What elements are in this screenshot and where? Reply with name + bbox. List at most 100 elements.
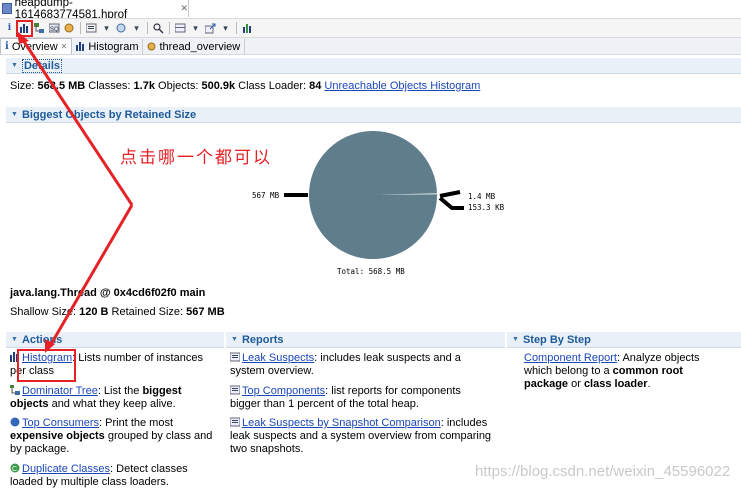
objects-label: Objects: (158, 80, 199, 92)
chevron-down-icon[interactable]: ▾ (219, 22, 232, 35)
collapse-triangle-icon: ▼ (231, 336, 238, 343)
shallow-size-value: 120 B (79, 306, 109, 318)
top-consumers-icon (10, 417, 20, 427)
snapshot-comparison-link[interactable]: Leak Suspects by Snapshot Comparison (242, 417, 441, 429)
annotation-box-histogram (17, 349, 76, 382)
biggest-object-name[interactable]: java.lang.Thread @ 0x4cd6f02f0 main (10, 287, 205, 299)
info-icon[interactable]: i (3, 22, 16, 35)
export-icon[interactable] (204, 22, 217, 35)
editor-subtabs: i Overview ✕ Histogram thread_overview (0, 38, 741, 55)
calculate-retained-icon[interactable] (241, 22, 254, 35)
svg-text:C: C (12, 466, 17, 473)
query-browser-icon[interactable] (115, 22, 128, 35)
action-duplicate-classes: C Duplicate Classes: Detect classes loade… (10, 463, 215, 489)
search-icon[interactable] (152, 22, 165, 35)
dominator-tree-link[interactable]: Dominator Tree (22, 385, 98, 397)
leak-suspects-link[interactable]: Leak Suspects (242, 352, 314, 364)
annotation-text: 点击哪一个都可以 (120, 148, 272, 168)
report-leak-suspects: Leak Suspects: includes leak suspects an… (230, 352, 492, 378)
toolbar-separator (169, 22, 170, 34)
actions-header[interactable]: ▼ Actions (6, 332, 224, 348)
object-name-text: java.lang.Thread @ 0x4cd6f02f0 main (10, 287, 206, 299)
collapse-triangle-icon: ▼ (11, 111, 18, 118)
section-title: Biggest Objects by Retained Size (21, 108, 197, 121)
section-title: Actions (21, 333, 63, 346)
annotation-arrow-to-histogram (48, 204, 134, 347)
tab-thread-overview[interactable]: thread_overview (143, 39, 246, 54)
info-icon: i (5, 41, 9, 52)
editor-tab[interactable]: heapdump-1614683774581.hprof ✕ (0, 0, 189, 21)
chevron-down-icon[interactable]: ▾ (100, 22, 113, 35)
action-dominator-tree: Dominator Tree: List the biggest objects… (10, 385, 215, 411)
group-by-icon[interactable] (174, 22, 187, 35)
pie-leader-line (439, 190, 461, 198)
report-icon (230, 352, 240, 362)
component-report-description: . (647, 378, 651, 390)
component-report-bold: class loader (583, 378, 648, 390)
section-title: Details (21, 58, 63, 73)
top-components-link[interactable]: Top Components (242, 385, 325, 397)
oql-icon[interactable]: SQ (48, 22, 61, 35)
histogram-icon[interactable] (16, 19, 33, 37)
close-icon[interactable]: ✕ (61, 42, 68, 51)
size-label: Size: (10, 80, 35, 92)
collapse-triangle-icon: ▼ (11, 62, 18, 69)
report-icon (230, 417, 240, 427)
svg-text:SQ: SQ (50, 27, 59, 33)
collapse-triangle-icon: ▼ (512, 336, 519, 343)
report-top-components: Top Components: list reports for compone… (230, 385, 492, 411)
run-report-icon[interactable] (85, 22, 98, 35)
top-consumers-link[interactable]: Top Consumers (22, 417, 99, 429)
unreachable-objects-link[interactable]: Unreachable Objects Histogram (324, 80, 480, 92)
pie-leader-line (438, 196, 464, 210)
step-by-step-header[interactable]: ▼ Step By Step (507, 332, 741, 348)
chevron-down-icon[interactable]: ▾ (189, 22, 202, 35)
toolbar-separator (236, 22, 237, 34)
size-value: 568.5 MB (37, 80, 86, 92)
pie-label-1: 1.4 MB (468, 192, 496, 201)
dominator-description: and what they keep alive. (48, 398, 176, 410)
step-component-report: Component Report: Analyze objects which … (524, 352, 729, 391)
action-top-consumers: Top Consumers: Print the most expensive … (10, 417, 215, 456)
histogram-icon (76, 42, 85, 51)
chevron-down-icon[interactable]: ▾ (130, 22, 143, 35)
report-icon (230, 385, 240, 395)
dominator-description: : List the (97, 385, 143, 397)
toolbar-separator (80, 22, 81, 34)
pie-leader-line (284, 193, 308, 197)
biggest-objects-header[interactable]: ▼ Biggest Objects by Retained Size (6, 107, 741, 123)
retained-size-label: Retained Size: (111, 306, 184, 318)
classes-label: Classes: (88, 80, 131, 92)
watermark: https://blog.csdn.net/weixin_45596022 (475, 463, 731, 480)
tab-histogram[interactable]: Histogram (72, 39, 144, 54)
consumers-description: : Print the most (99, 417, 174, 429)
thread-overview-icon[interactable] (63, 22, 76, 35)
biggest-objects-pie-chart[interactable]: 567 MB 1.4 MB 153.3 KB Total: 568.5 MB (240, 126, 520, 281)
details-header[interactable]: ▼ Details (6, 58, 741, 74)
report-snapshot-comparison: Leak Suspects by Snapshot Comparison: in… (230, 417, 492, 456)
tab-label: Histogram (88, 40, 139, 53)
pie-label-0: 567 MB (252, 191, 280, 200)
classes-value: 1.7k (133, 80, 155, 92)
duplicate-classes-link[interactable]: Duplicate Classes (22, 463, 110, 475)
consumers-bold: expensive objects (10, 430, 105, 442)
toolbar: i SQ ▾ ▾ ▾ ▾ (0, 18, 741, 38)
details-line: Size: 568.5 MB Classes: 1.7k Objects: 50… (10, 80, 480, 93)
class-loader-value: 84 (309, 80, 322, 92)
heapdump-file-icon (2, 3, 12, 14)
dominator-tree-icon[interactable] (33, 22, 46, 35)
pie-slice-0[interactable] (309, 130, 437, 259)
tab-label: Overview (11, 40, 58, 53)
dominator-tree-icon (10, 385, 20, 395)
component-report-link[interactable]: Component Report (524, 352, 617, 364)
reports-header[interactable]: ▼ Reports (226, 332, 505, 348)
tab-overview[interactable]: i Overview ✕ (0, 38, 73, 54)
pie-total-label: Total: 568.5 MB (337, 267, 405, 276)
close-icon[interactable]: ✕ (180, 3, 188, 14)
section-title: Reports (241, 333, 284, 346)
tab-label: thread_overview (159, 40, 241, 53)
class-loader-label: Class Loader: (238, 80, 307, 92)
duplicate-classes-icon: C (10, 463, 20, 473)
toolbar-separator (147, 22, 148, 34)
retained-size-value: 567 MB (186, 306, 225, 318)
